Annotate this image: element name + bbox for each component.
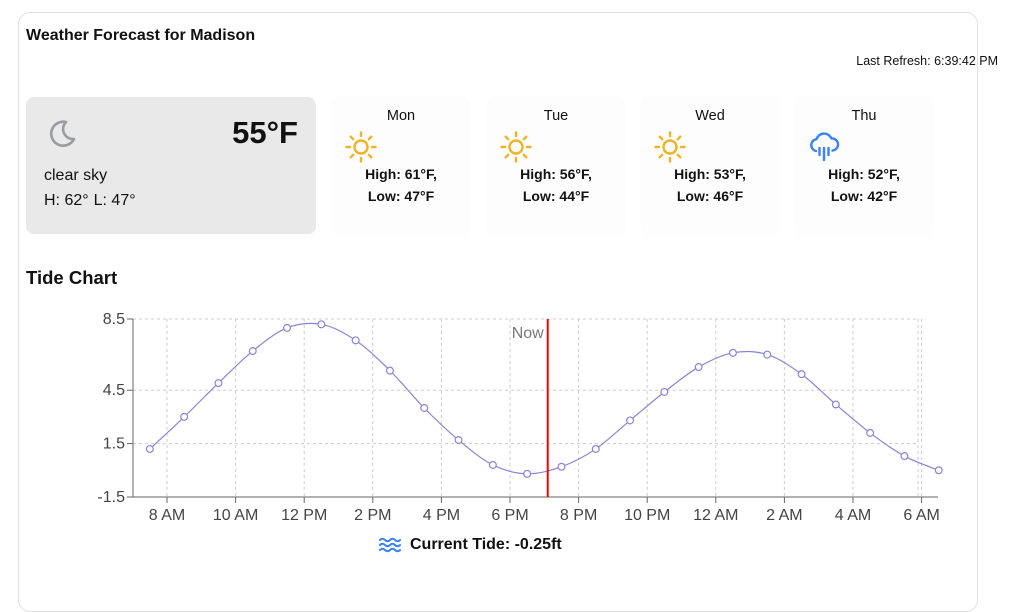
x-tick-label: 12 AM [693,507,738,524]
tide-point [763,350,772,359]
tide-point [351,336,360,345]
y-tick-label: 8.5 [103,311,125,328]
tide-point [831,400,840,409]
x-tick-label: 4 PM [423,507,460,524]
tide-point [728,348,737,357]
waves-icon [379,537,401,553]
tide-point [248,347,257,356]
y-tick-label: -1.5 [97,489,125,506]
x-tick-label: 8 AM [149,507,185,524]
tide-point [283,323,292,332]
tide-point [180,412,189,421]
tide-point [900,452,909,461]
x-tick-label: 8 PM [560,507,597,524]
tide-point [420,404,429,413]
tide-point [557,462,566,471]
now-label: Now [512,325,544,342]
x-tick-label: 2 PM [354,507,391,524]
x-tick-label: 10 PM [624,507,670,524]
tide-chart: 8.5 4.5 1.5 -1.5 8 AM 10 AM 12 PM 2 PM 4 PM 6 PM 8… [97,311,943,524]
tide-point [934,466,943,475]
tide-point [317,320,326,329]
tide-point [797,370,806,379]
tide-point [488,460,497,469]
tide-point [660,387,669,396]
x-tick-label: 10 AM [213,507,258,524]
current-tide-label: Current Tide: -0.25ft [410,536,562,553]
current-tide-indicator: Current Tide: -0.25ft [378,536,562,554]
tide-point [866,428,875,437]
x-tick-label: 6 PM [491,507,528,524]
tide-point [454,436,463,445]
tide-point [145,444,154,453]
tide-point [523,469,532,478]
y-tick-label: 1.5 [103,436,125,453]
x-tick-label: 6 AM [903,507,939,524]
y-tick-label: 4.5 [103,382,125,399]
tide-point [385,366,394,375]
x-tick-label: 12 PM [281,507,327,524]
tide-point [214,379,223,388]
x-tick-label: 4 AM [835,507,871,524]
tide-line [149,322,939,475]
tide-point [591,444,600,453]
tide-point [694,363,703,372]
tide-point [626,416,635,425]
x-tick-label: 2 AM [766,507,802,524]
